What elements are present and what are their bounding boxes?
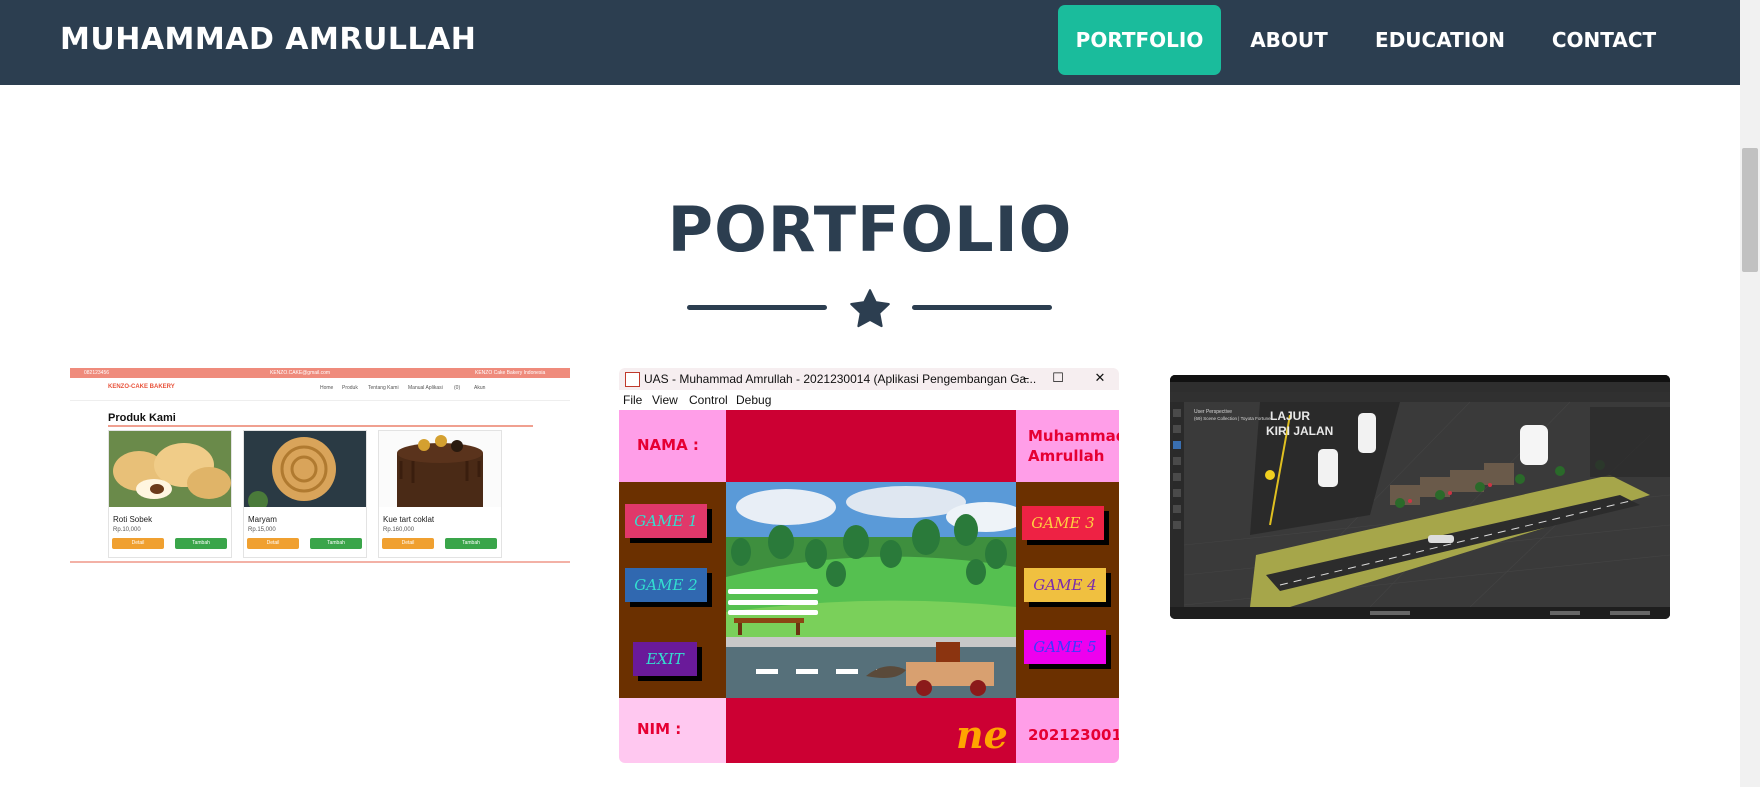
game-1-button: GAME 1 bbox=[625, 504, 707, 538]
star-icon bbox=[850, 289, 890, 328]
nim-label: NIM : bbox=[637, 720, 682, 738]
game-5-button: GAME 5 bbox=[1024, 630, 1106, 664]
game-scene bbox=[726, 482, 1016, 698]
bakery-navbar: KENZO-CAKE BAKERY Home Produk Tentang Ka… bbox=[70, 378, 570, 401]
menu-view: View bbox=[652, 393, 678, 407]
bakery-logo: KENZO-CAKE BAKERY bbox=[108, 384, 175, 390]
bakery-section-heading: Produk Kami bbox=[108, 412, 176, 424]
portfolio-item-blender[interactable]: LAJUR KIRI JALAN User Perspective (69) S… bbox=[1170, 375, 1670, 619]
nav-contact[interactable]: CONTACT bbox=[1530, 5, 1678, 75]
nama-label: NAMA : bbox=[637, 436, 699, 454]
product-price: Rp.10,000 bbox=[113, 527, 141, 533]
divider-line-right bbox=[912, 305, 1052, 310]
game-4-button: GAME 4 bbox=[1024, 568, 1106, 602]
window-menubar: File View Control Debug bbox=[619, 390, 1119, 410]
bakery-phone: 082123456 bbox=[84, 370, 110, 376]
close-icon: ✕ bbox=[1094, 371, 1106, 386]
maximize-icon: ☐ bbox=[1052, 371, 1064, 386]
detail-button: Detail bbox=[247, 538, 299, 549]
section-title: PORTFOLIO bbox=[667, 193, 1073, 266]
nav-about[interactable]: ABOUT bbox=[1230, 5, 1348, 75]
name-value: Muhammad Amrullah bbox=[1028, 427, 1119, 465]
name-banner bbox=[726, 410, 1016, 482]
collection-label: (69) Scene Collection | Toyota Fortuner bbox=[1194, 416, 1273, 421]
bakery-nav-manual: Manual Aplikasi bbox=[408, 385, 443, 391]
add-to-cart-button: Tambah bbox=[310, 538, 362, 549]
product-price: Rp.15,000 bbox=[248, 527, 276, 533]
left-button-panel: GAME 1 GAME 2 EXIT bbox=[619, 482, 726, 698]
bakery-tagline: KENZO Cake Bakery Indonesia bbox=[475, 370, 546, 376]
product-card: Kue tart coklat Rp.160,000 Detail Tambah bbox=[378, 430, 502, 558]
bakery-nav-akun: Akun bbox=[474, 385, 486, 391]
bakery-nav-tentang: Tentang Kami bbox=[368, 385, 399, 391]
add-to-cart-button: Tambah bbox=[175, 538, 227, 549]
navbar: MUHAMMAD AMRULLAH PORTFOLIO ABOUT EDUCAT… bbox=[0, 0, 1740, 85]
detail-button: Detail bbox=[112, 538, 164, 549]
sign-text-kiri-jalan: KIRI JALAN bbox=[1266, 424, 1333, 438]
bakery-footer-line bbox=[70, 561, 570, 563]
bakery-nav-produk: Produk bbox=[342, 385, 358, 391]
product-image-kue-tart bbox=[379, 431, 501, 507]
minimize-icon: – bbox=[1022, 371, 1030, 386]
window-title: UAS - Muhammad Amrullah - 2021230014 (Ap… bbox=[644, 372, 1037, 386]
nim-value: 2021230014 bbox=[1028, 726, 1119, 744]
bakery-nav-cart: (0) bbox=[454, 385, 461, 391]
bakery-email: KENZO.CAKE@gmail.com bbox=[270, 370, 331, 376]
nim-banner: ne bbox=[726, 698, 1016, 763]
name-panel: Muhammad Amrullah bbox=[1016, 410, 1119, 482]
product-card: Maryam Rp.15,000 Detail Tambah bbox=[243, 430, 367, 558]
menu-control: Control bbox=[689, 393, 728, 407]
product-name: Roti Sobek bbox=[113, 515, 153, 524]
menu-file: File bbox=[623, 393, 643, 407]
bakery-heading-underline bbox=[108, 425, 533, 427]
right-button-panel: GAME 3 GAME 4 GAME 5 bbox=[1016, 482, 1119, 698]
game-3-button: GAME 3 bbox=[1022, 506, 1104, 540]
scrollbar-thumb[interactable] bbox=[1742, 148, 1758, 272]
product-image-maryam bbox=[244, 431, 366, 507]
game-2-button: GAME 2 bbox=[625, 568, 707, 602]
page-scrollbar[interactable] bbox=[1740, 0, 1760, 787]
brand-name[interactable]: MUHAMMAD AMRULLAH bbox=[60, 20, 476, 60]
portfolio-item-bakery[interactable]: 082123456 KENZO.CAKE@gmail.com KENZO Cak… bbox=[70, 368, 570, 564]
divider-line-left bbox=[687, 305, 827, 310]
detail-button: Detail bbox=[382, 538, 434, 549]
nim-value-panel: 2021230014 bbox=[1016, 698, 1119, 763]
nav-education[interactable]: EDUCATION bbox=[1362, 5, 1518, 75]
viewport-label: User Perspective bbox=[1194, 409, 1232, 415]
exit-button: EXIT bbox=[633, 642, 697, 676]
bakery-topbar: 082123456 KENZO.CAKE@gmail.com KENZO Cak… bbox=[70, 368, 570, 378]
sign-text-lajur: LAJUR bbox=[1270, 409, 1310, 423]
product-card: Roti Sobek Rp.10,000 Detail Tambah bbox=[108, 430, 232, 558]
product-name: Maryam bbox=[248, 515, 277, 524]
app-icon bbox=[625, 372, 640, 387]
product-name: Kue tart coklat bbox=[383, 515, 435, 524]
nim-panel: NIM : bbox=[619, 698, 726, 763]
menu-debug: Debug bbox=[736, 393, 772, 407]
portfolio-item-game[interactable]: UAS - Muhammad Amrullah - 2021230014 (Ap… bbox=[619, 368, 1119, 763]
product-price: Rp.160,000 bbox=[383, 527, 415, 533]
banner-text: ne bbox=[956, 712, 1008, 757]
nama-panel: NAMA : bbox=[619, 410, 726, 482]
product-image-roti-sobek bbox=[109, 431, 231, 507]
add-to-cart-button: Tambah bbox=[445, 538, 497, 549]
bakery-nav-home: Home bbox=[320, 385, 334, 391]
window-titlebar: UAS - Muhammad Amrullah - 2021230014 (Ap… bbox=[619, 368, 1119, 390]
nav-portfolio[interactable]: PORTFOLIO bbox=[1058, 5, 1221, 75]
